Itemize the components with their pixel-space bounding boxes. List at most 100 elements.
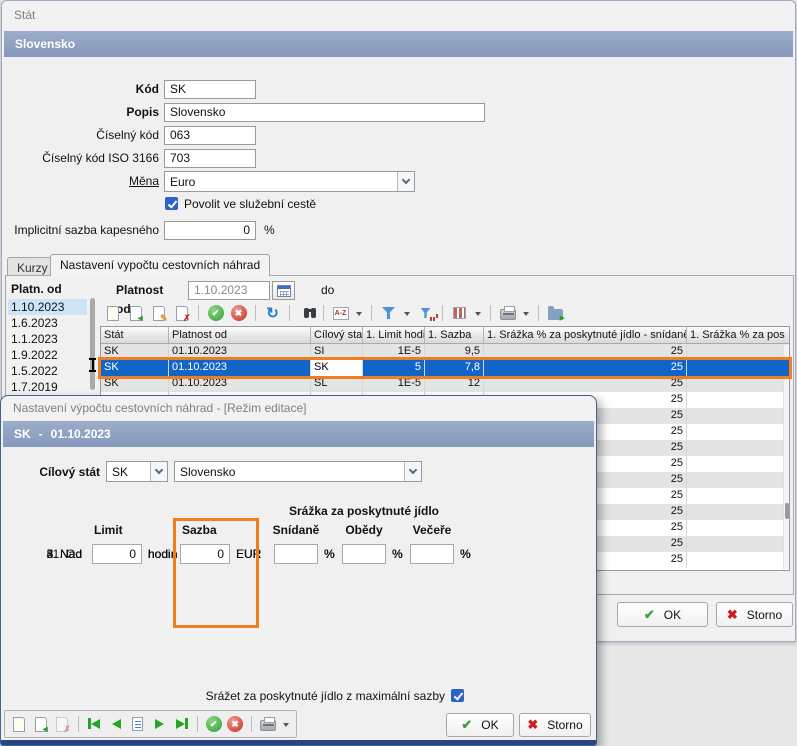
column-header-srazka-snidane[interactable]: 1. Srážka % za poskytnuté jídlo - snídan… [484, 327, 687, 343]
ciselny-kod-input[interactable]: 063 [164, 126, 256, 145]
cell-limit-hodin[interactable]: 1E-5 [363, 344, 425, 360]
edit-ok-button[interactable]: ✔ OK [446, 713, 514, 737]
cell-srazka-2[interactable] [687, 520, 789, 536]
cell-platnost-od[interactable]: 01.10.2023 [169, 376, 311, 392]
first-record-icon[interactable] [87, 715, 103, 733]
cell-srazka-2[interactable] [687, 472, 789, 488]
validity-date-item[interactable]: 1.6.2023 [8, 315, 87, 331]
column-header-stat[interactable]: Stát [101, 327, 169, 343]
last-record-icon[interactable] [172, 715, 188, 733]
dinner-deduction-input[interactable] [410, 544, 454, 564]
cell-limit-hodin[interactable]: 1E-5 [363, 376, 425, 392]
cell-srazka-snidane[interactable]: 25 [484, 376, 687, 392]
sort-icon[interactable]: A-Z [331, 304, 350, 322]
table-scrollbar[interactable] [783, 345, 789, 569]
kapesne-input[interactable]: 0 [164, 221, 256, 240]
cell-cilovy-stat[interactable]: SI [311, 344, 363, 360]
filter-icon[interactable] [379, 304, 398, 322]
validity-date-item[interactable]: 1.1.2023 [8, 331, 87, 347]
import-record-icon[interactable]: ◄ [126, 304, 145, 322]
confirm-icon[interactable]: ✔ [206, 304, 225, 322]
table-row[interactable]: SK 01.10.2023 SI 1E-5 9,5 25 [101, 344, 789, 360]
cell-sazba[interactable]: 12 [425, 376, 484, 392]
cell-platnost-od[interactable]: 01.10.2023 [169, 344, 311, 360]
print-dropdown-icon[interactable] [281, 715, 290, 733]
srazet-checkbox[interactable] [451, 689, 464, 702]
cell-srazka-snidane[interactable]: 25 [484, 344, 687, 360]
prev-record-icon[interactable] [108, 715, 124, 733]
validity-date-item[interactable]: 1.5.2022 [8, 363, 87, 379]
column-header-sazba[interactable]: 1. Sazba [425, 327, 484, 343]
storno-button[interactable]: ✖ Storno [716, 602, 793, 627]
columns-dropdown-icon[interactable] [473, 304, 483, 322]
cell-srazka-2[interactable] [687, 344, 789, 360]
cancel-icon[interactable]: ✖ [227, 715, 243, 733]
cell-limit-hodin[interactable]: 5 [363, 360, 425, 376]
print-icon[interactable] [260, 715, 276, 733]
cell-srazka-2[interactable] [687, 504, 789, 520]
tab-nastaveni-nahrad[interactable]: Nastavení vypočtu cestovních náhrad [50, 254, 270, 276]
cell-cilovy-stat[interactable]: SK [311, 360, 363, 376]
cilovy-stat-name-select[interactable]: Slovensko [174, 461, 422, 482]
breakfast-deduction-input[interactable] [274, 544, 318, 564]
platnost-od-input[interactable]: 1.10.2023 [188, 281, 270, 300]
filter-settings-icon[interactable] [416, 304, 435, 322]
iso-kod-input[interactable]: 703 [164, 149, 256, 168]
popis-input[interactable]: Slovensko [164, 103, 485, 122]
cell-sazba[interactable]: 9,5 [425, 344, 484, 360]
cell-srazka-2[interactable] [687, 536, 789, 552]
validity-date-item[interactable]: 1.10.2023 [8, 299, 87, 315]
limit-hours-input[interactable]: 0 [92, 544, 142, 564]
cell-stat[interactable]: SK [101, 344, 169, 360]
kod-input[interactable]: SK [164, 80, 256, 99]
cell-stat[interactable]: SK [101, 360, 169, 376]
new-record-icon[interactable] [11, 715, 27, 733]
delete-record-icon[interactable]: ✗ [172, 304, 191, 322]
list-scrollbar[interactable] [90, 298, 95, 390]
mena-select[interactable]: Euro [164, 171, 415, 192]
cell-srazka-2[interactable] [687, 376, 789, 392]
columns-icon[interactable] [450, 304, 469, 322]
povolit-checkbox[interactable] [165, 197, 178, 210]
validity-date-item[interactable]: 1.7.2019 [8, 379, 87, 395]
edit-storno-button[interactable]: ✖ Storno [519, 713, 591, 737]
cell-sazba[interactable]: 7,8 [425, 360, 484, 376]
cell-srazka-2[interactable] [687, 360, 789, 376]
column-header-platnost-od[interactable]: Platnost od [169, 327, 311, 343]
print-icon[interactable] [498, 304, 517, 322]
lunch-deduction-input[interactable] [342, 544, 386, 564]
delete-record-icon[interactable]: ✗ [54, 715, 70, 733]
cell-srazka-2[interactable] [687, 456, 789, 472]
cell-srazka-2[interactable] [687, 488, 789, 504]
export-icon[interactable] [546, 304, 565, 322]
cell-platnost-od[interactable]: 01.10.2023 [169, 360, 311, 376]
validity-date-item[interactable]: 1.9.2022 [8, 347, 87, 363]
calendar-button[interactable] [272, 281, 295, 300]
cancel-icon[interactable]: ✖ [229, 304, 248, 322]
confirm-icon[interactable]: ✔ [205, 715, 221, 733]
column-header-srazka-2[interactable]: 1. Srážka % za pos [687, 327, 789, 343]
import-record-icon[interactable]: ◄ [32, 715, 48, 733]
column-header-limit-hodin[interactable]: 1. Limit hodin [363, 327, 425, 343]
chevron-down-icon[interactable] [150, 462, 167, 481]
chevron-down-icon[interactable] [397, 172, 414, 191]
column-header-cilovy-stat[interactable]: Cílový stat [311, 327, 363, 343]
chevron-down-icon[interactable] [404, 462, 421, 481]
refresh-icon[interactable]: ↻ [263, 304, 282, 322]
cilovy-stat-code-select[interactable]: SK [106, 461, 168, 482]
cell-cilovy-stat[interactable]: SL [311, 376, 363, 392]
cell-srazka-2[interactable] [687, 440, 789, 456]
record-list-icon[interactable] [130, 715, 146, 733]
filter-dropdown-icon[interactable] [402, 304, 412, 322]
cell-srazka-2[interactable] [687, 424, 789, 440]
table-row[interactable]: SK 01.10.2023 SK 5 7,8 25 [101, 360, 789, 376]
sort-dropdown-icon[interactable] [354, 304, 364, 322]
ok-button[interactable]: ✔ OK [617, 602, 708, 627]
cell-srazka-snidane[interactable]: 25 [484, 360, 687, 376]
cell-srazka-2[interactable] [687, 392, 789, 408]
new-record-icon[interactable] [103, 304, 122, 322]
cell-srazka-2[interactable] [687, 408, 789, 424]
edit-record-icon[interactable]: ✎ [149, 304, 168, 322]
table-row[interactable]: SK 01.10.2023 SL 1E-5 12 25 [101, 376, 789, 392]
next-record-icon[interactable] [151, 715, 167, 733]
